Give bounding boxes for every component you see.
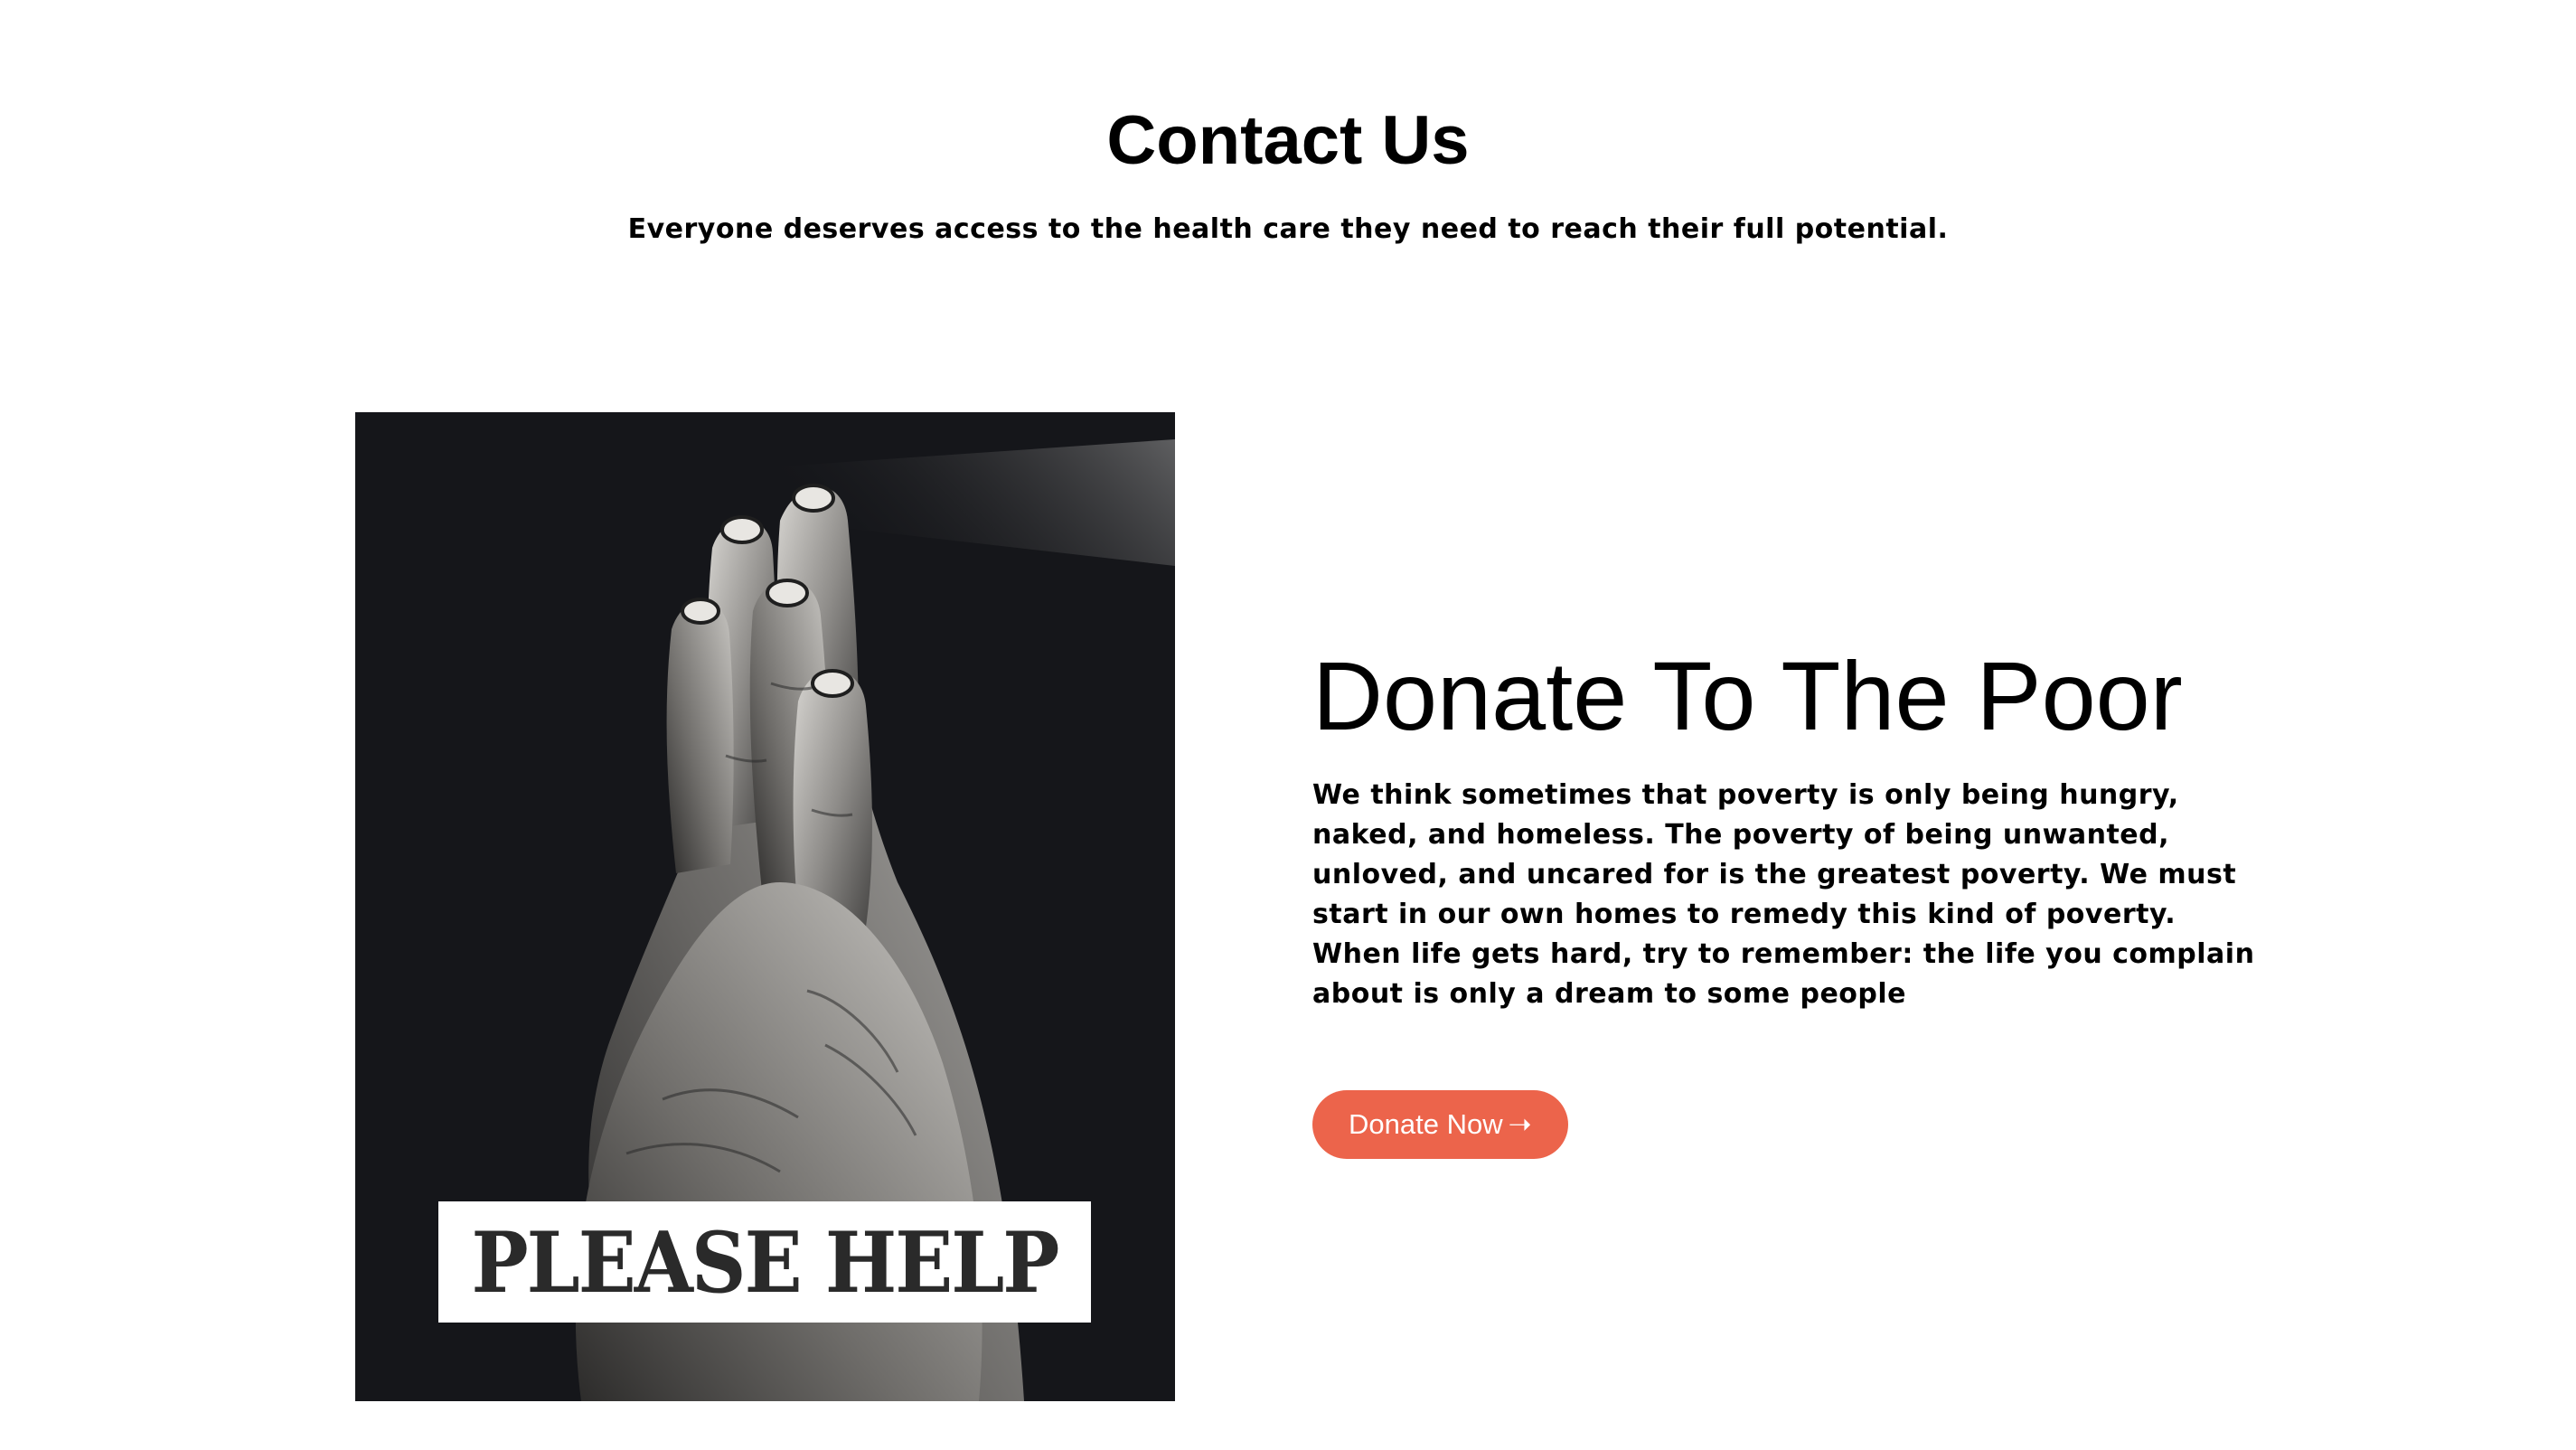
donate-section: Donate To The Poor We think sometimes th… <box>1312 633 2307 1159</box>
section-paragraph-2: When life gets hard, try to remember: th… <box>1312 938 2255 1010</box>
donate-now-label: Donate Now <box>1349 1108 1503 1140</box>
page-subtitle: Everyone deserves access to the health c… <box>627 213 1949 245</box>
arrow-right-icon: ➝ <box>1508 1108 1532 1140</box>
please-help-banner: PLEASE HELP <box>438 1201 1091 1323</box>
praying-hands-image: PLEASE HELP <box>355 412 1175 1401</box>
page-title: Contact Us <box>1106 102 1470 179</box>
section-body: We think sometimes that poverty is only … <box>1312 776 2280 1014</box>
donate-now-button[interactable]: Donate Now ➝ <box>1312 1090 1568 1159</box>
section-paragraph-1: We think sometimes that poverty is only … <box>1312 779 2237 930</box>
please-help-text: PLEASE HELP <box>471 1212 1060 1312</box>
section-title: Donate To The Poor <box>1312 641 2183 750</box>
